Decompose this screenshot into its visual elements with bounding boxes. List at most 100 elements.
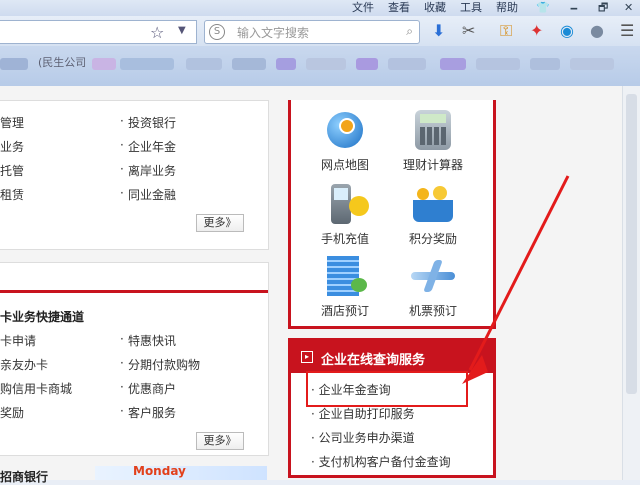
list-item[interactable]: 卡申请 — [0, 332, 36, 349]
scrollbar-thumb[interactable] — [626, 94, 637, 394]
enterprise-query-panel: ▸ 企业在线查询服务 · 企业年金查询 · 企业自助打印服务 · 公司业务申办渠… — [288, 338, 496, 478]
menu-icon[interactable]: ☰ — [620, 21, 634, 41]
bullet: · — [120, 404, 124, 418]
query-item-reserve[interactable]: · 支付机构客户备付金查询 — [311, 453, 451, 470]
menu-help[interactable]: 帮助 — [496, 0, 518, 16]
service-mobile-topup[interactable]: 手机充值 — [300, 184, 390, 247]
bookmark-item[interactable] — [476, 58, 520, 70]
bookmark-item[interactable] — [232, 58, 266, 70]
list-item[interactable]: 购信用卡商城 — [0, 380, 72, 397]
more-button[interactable]: 更多》 — [196, 432, 244, 450]
menu-bar: 文件 查看 收藏 工具 帮助 👕 🗕 🗗 ✕ — [0, 0, 640, 16]
bookmark-item[interactable] — [120, 58, 174, 70]
bookmarks-bar: (民生公司 — [0, 46, 640, 86]
service-label: 酒店预订 — [320, 304, 369, 318]
chat-icon[interactable]: ● — [590, 21, 604, 41]
scissors-icon[interactable]: ✂ — [462, 21, 475, 41]
service-hotel-booking[interactable]: 酒店预订 — [300, 256, 390, 319]
bullet: · — [120, 356, 124, 370]
list-item-label: 企业自助打印服务 — [318, 407, 415, 421]
bullet: · — [120, 138, 124, 152]
list-item[interactable]: 离岸业务 — [128, 162, 176, 179]
star-icon[interactable]: ☆ — [150, 23, 164, 42]
bookmark-item[interactable] — [92, 58, 116, 70]
service-points-reward[interactable]: 积分奖励 — [388, 184, 478, 247]
list-item[interactable]: 分期付款购物 — [128, 356, 200, 373]
bookmark-item[interactable] — [0, 58, 28, 70]
bookmark-item[interactable] — [276, 58, 296, 70]
globe-location-icon — [321, 110, 369, 150]
list-item[interactable]: 优惠商户 — [128, 380, 176, 397]
menu-tools[interactable]: 工具 — [460, 0, 482, 16]
promo-banner[interactable]: Monday — [95, 466, 267, 480]
list-item-label: 公司业务申办渠道 — [318, 431, 415, 445]
address-bar[interactable]: ☆ ▼ — [0, 20, 197, 44]
close-button[interactable]: ✕ — [624, 0, 633, 16]
service-flight-booking[interactable]: 机票预订 — [388, 256, 478, 319]
bookmark-item[interactable] — [570, 58, 614, 70]
service-label: 网点地图 — [320, 158, 369, 172]
basket-icon — [409, 184, 457, 224]
search-icon[interactable]: ⌕ — [406, 24, 413, 39]
bookmark-item[interactable] — [186, 58, 222, 70]
chevron-down-icon[interactable]: ▼ — [178, 25, 186, 36]
more-button[interactable]: 更多》 — [196, 214, 244, 232]
panel-divider — [0, 290, 268, 293]
list-item[interactable]: 客户服务 — [128, 404, 176, 421]
scrollbar[interactable] — [622, 86, 640, 480]
download-icon[interactable]: ⬇ — [432, 21, 445, 41]
list-item[interactable]: 奖励 — [0, 404, 24, 421]
airplane-icon — [409, 256, 457, 296]
bullet: · — [120, 162, 124, 176]
key-icon[interactable]: ⚿ — [500, 21, 512, 41]
search-placeholder: 输入文字搜索 — [237, 26, 310, 40]
bullet: · — [120, 332, 124, 346]
search-input[interactable]: S 输入文字搜索 ⌕ — [204, 20, 420, 44]
list-item[interactable]: 业务 — [0, 138, 24, 155]
mobile-phone-icon — [321, 184, 369, 224]
calculator-icon — [415, 110, 451, 150]
hotel-icon — [321, 256, 369, 296]
panel-header: ▸ 企业在线查询服务 — [291, 341, 493, 373]
list-item[interactable]: 投资银行 — [128, 114, 176, 131]
bookmark-item[interactable] — [440, 58, 466, 70]
bullet: · — [120, 186, 124, 200]
bookmark-item[interactable] — [530, 58, 560, 70]
menu-view[interactable]: 查看 — [388, 0, 410, 16]
search-engine-icon[interactable]: S — [209, 24, 225, 40]
menu-file[interactable]: 文件 — [352, 0, 374, 16]
list-item[interactable]: 租赁 — [0, 186, 24, 203]
bullet: · — [120, 380, 124, 394]
list-item[interactable]: 托管 — [0, 162, 24, 179]
banner-text: Monday — [133, 466, 186, 478]
restore-button[interactable]: 🗗 — [598, 0, 608, 16]
panel-title: 企业在线查询服务 — [321, 353, 426, 368]
section-title: 招商银行 — [0, 470, 49, 484]
service-label: 手机充值 — [320, 232, 369, 246]
service-label: 积分奖励 — [408, 232, 457, 246]
service-label: 理财计算器 — [402, 158, 463, 172]
minimize-button[interactable]: 🗕 — [570, 0, 578, 16]
list-item[interactable]: 管理 — [0, 114, 24, 131]
expand-icon: ▸ — [301, 351, 313, 363]
bookmark-item[interactable] — [356, 58, 378, 70]
list-item[interactable]: 特惠快讯 — [128, 332, 176, 349]
list-item[interactable]: 同业金融 — [128, 186, 176, 203]
service-label: 机票预订 — [408, 304, 457, 318]
list-item-label: 支付机构客户备付金查询 — [318, 455, 451, 469]
service-calculator[interactable]: 理财计算器 — [388, 110, 478, 173]
list-item[interactable]: 企业年金 — [128, 138, 176, 155]
clean-icon[interactable]: ✦ — [530, 21, 543, 41]
shirt-icon[interactable]: 👕 — [536, 0, 550, 16]
service-branch-map[interactable]: 网点地图 — [300, 110, 390, 173]
highlight-box — [306, 371, 468, 407]
bullet: · — [120, 114, 124, 128]
bookmark-item[interactable] — [388, 58, 426, 70]
list-item[interactable]: 亲友办卡 — [0, 356, 48, 373]
bookmark-item[interactable] — [306, 58, 346, 70]
query-item-print[interactable]: · 企业自助打印服务 — [311, 405, 415, 422]
query-item-channel[interactable]: · 公司业务申办渠道 — [311, 429, 415, 446]
menu-favorites[interactable]: 收藏 — [424, 0, 446, 16]
security-icon[interactable]: ◉ — [560, 21, 574, 41]
bookmark-label[interactable]: (民生公司 — [38, 54, 86, 70]
